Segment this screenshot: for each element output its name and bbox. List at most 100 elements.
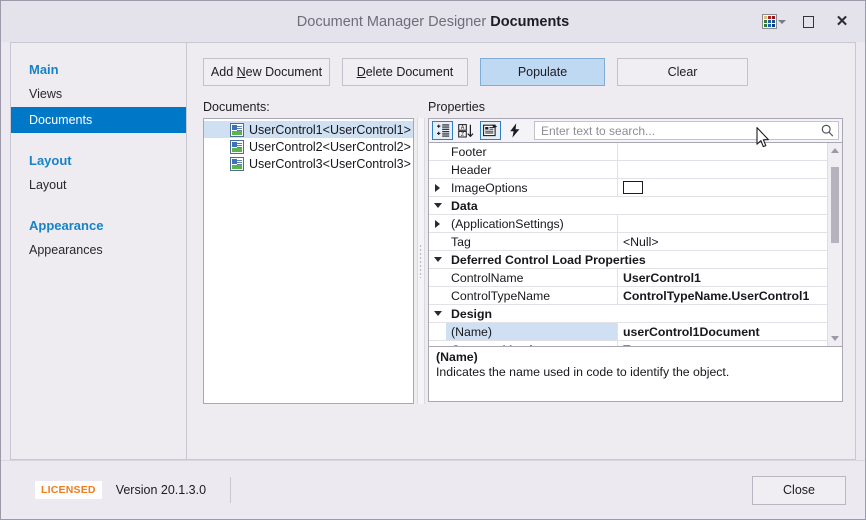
sidebar-item-label: Appearances [29,243,103,257]
property-row-name[interactable]: (Name) userControl1Document [429,323,827,341]
sidebar-item-layout[interactable]: Layout [11,172,186,198]
sidebar-item-appearances[interactable]: Appearances [11,237,186,263]
splitter-grip[interactable] [419,244,423,278]
navigation-sidebar: Main Views Documents Layout Layout Appea… [10,42,187,460]
categorized-icon [437,124,450,137]
clear-button[interactable]: Clear [617,58,748,86]
property-grid[interactable]: Footer Header ImageOptions Data (Applica… [428,143,843,347]
close-window-button[interactable]: ✕ [825,7,859,37]
property-row-controlname[interactable]: ControlName UserControl1 [429,269,827,287]
alphabetical-sort-button[interactable]: A Z [456,121,477,140]
properties-pane: Properties A Z Enter text to search... F… [428,100,843,404]
property-row-footer[interactable]: Footer [429,143,827,161]
list-item-label: UserControl1<UserControl1> [249,122,411,137]
property-description-text: Indicates the name used in code to ident… [436,365,730,379]
collapse-down-icon[interactable] [429,305,446,322]
row-expander-placeholder [429,269,446,286]
property-pages-button[interactable] [480,121,501,140]
window-title: Document Manager Designer Documents [297,14,569,30]
documents-list[interactable]: UserControl1<UserControl1> UserControl2<… [203,118,414,404]
svg-text:Z: Z [461,132,464,138]
list-item[interactable]: UserControl1<UserControl1> [204,121,413,138]
category-name: Design [451,306,492,321]
add-new-document-button[interactable]: Add New Document [203,58,330,86]
list-item-label: UserControl3<UserControl3> [249,156,411,171]
sidebar-group-main: Main [29,62,59,77]
add-new-document-label: Add New Document [210,65,323,79]
document-manager-designer-window: Document Manager Designer Documents ✕ Ma… [0,0,866,520]
property-value[interactable] [618,179,827,196]
content-pane: Add New Document Delete Document Populat… [187,42,856,460]
search-icon [821,124,834,137]
chevron-down-icon [778,19,786,24]
sidebar-item-label: Views [29,87,63,101]
sidebar-group-appearance: Appearance [29,218,104,233]
delete-document-button[interactable]: Delete Document [342,58,468,86]
property-row-imageoptions[interactable]: ImageOptions [429,179,827,197]
panes-container: Documents: UserControl1<UserControl1> Us… [187,86,855,404]
property-value[interactable]: UserControl1 [618,269,827,286]
property-value[interactable]: ControlTypeName.UserControl1 [618,287,827,304]
category-name: Deferred Control Load Properties [451,252,646,267]
user-control-icon [230,156,244,171]
collapse-down-icon[interactable] [429,251,446,268]
property-row-controltypename[interactable]: ControlTypeName ControlTypeName.UserCont… [429,287,827,305]
list-item[interactable]: UserControl3<UserControl3> [204,155,413,172]
properties-search-box[interactable] [534,121,839,140]
property-value[interactable] [618,143,827,160]
property-row-applicationsettings[interactable]: (ApplicationSettings) [429,215,827,233]
list-item[interactable]: UserControl2<UserControl2> [204,138,413,155]
sidebar-item-documents[interactable]: Documents [11,107,186,133]
populate-label: Populate [517,65,568,79]
property-pages-icon [483,124,498,137]
property-name: ControlTypeName [446,287,618,304]
scroll-down-button[interactable] [828,331,842,346]
property-value[interactable] [618,215,827,232]
property-name: (ApplicationSettings) [446,215,618,232]
title-bar-buttons: ✕ [757,1,859,42]
property-name: Header [446,161,618,178]
events-button[interactable] [504,121,525,140]
property-category-deferred-control-load[interactable]: Deferred Control Load Properties [429,251,827,269]
property-name: (Name) [446,323,618,340]
expand-right-icon[interactable] [429,179,446,196]
sidebar-group-layout: Layout [29,153,72,168]
categorized-view-button[interactable] [432,121,453,140]
row-expander-placeholder [429,287,446,304]
property-row-header[interactable]: Header [429,161,827,179]
property-description-panel: (Name) Indicates the name used in code t… [428,347,843,402]
documents-pane: Documents: UserControl1<UserControl1> Us… [203,100,414,404]
category-name: Data [451,198,478,213]
dialog-footer: LICENSED Version 20.1.3.0 Close [1,460,865,519]
property-category-data[interactable]: Data [429,197,827,215]
pane-splitter[interactable] [414,118,428,404]
scroll-up-button[interactable] [828,143,842,158]
events-lightning-icon [509,123,519,138]
sidebar-item-views[interactable]: Views [11,81,186,107]
property-grid-scrollbar[interactable] [827,143,842,346]
row-expander-placeholder [429,233,446,250]
property-name: ControlName [446,269,618,286]
scrollbar-thumb[interactable] [831,167,839,243]
search-input[interactable] [541,123,821,138]
populate-button[interactable]: Populate [480,58,605,86]
sidebar-item-label: Layout [29,178,67,192]
property-row-tag[interactable]: Tag <Null> [429,233,827,251]
property-grid-rows: Footer Header ImageOptions Data (Applica… [429,143,827,346]
close-button[interactable]: Close [752,475,846,505]
documents-label: Documents: [203,100,270,114]
properties-label: Properties [428,100,485,114]
property-category-design[interactable]: Design [429,305,827,323]
property-value[interactable]: userControl1Document [618,323,827,340]
maximize-button[interactable] [791,7,825,37]
property-value[interactable] [618,161,827,178]
property-description-title: (Name) [436,350,478,364]
sidebar-item-label: Documents [29,113,93,127]
scroll-up-arrow-icon [831,148,839,153]
skin-selector-button[interactable] [757,7,791,37]
property-value[interactable]: <Null> [618,233,827,250]
collapse-down-icon[interactable] [429,197,446,214]
alphabetical-sort-icon: A Z [458,123,474,138]
expand-right-icon[interactable] [429,215,446,232]
